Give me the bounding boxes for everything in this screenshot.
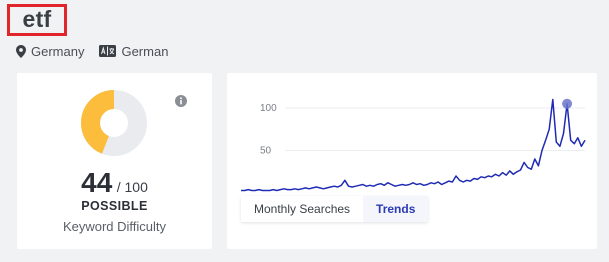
y-tick-label: 100 (260, 103, 277, 114)
keyword-difficulty-card: 44 / 100 POSSIBLE Keyword Difficulty (17, 73, 212, 249)
location-pin-icon (16, 44, 26, 58)
trend-highlight-point[interactable] (562, 98, 573, 109)
tab-monthly-searches[interactable]: Monthly Searches (241, 196, 364, 222)
keyword-overview: etf Germany German 44 / 100 POSSIBLE Key… (0, 0, 609, 262)
trends-tabs: Monthly Searches Trends (241, 196, 429, 222)
trends-card: 100 50 Monthly Searches Trends (227, 73, 597, 249)
translate-icon (99, 45, 117, 57)
y-tick-label: 50 (260, 146, 272, 157)
language-group: German (99, 44, 168, 59)
difficulty-score: 44 / 100 (17, 167, 212, 199)
difficulty-max: / 100 (116, 179, 148, 195)
location-label: Germany (31, 43, 85, 59)
keyword-title: etf (22, 5, 52, 32)
difficulty-caption: Keyword Difficulty (62, 219, 167, 234)
keyword-title-box: etf (7, 4, 67, 36)
trend-series-line (241, 98, 586, 192)
difficulty-donut-chart (81, 90, 147, 156)
difficulty-level: POSSIBLE (81, 199, 148, 213)
trend-line-chart: 100 50 (241, 98, 586, 192)
tab-trends[interactable]: Trends (363, 196, 429, 222)
difficulty-value: 44 (81, 167, 113, 198)
info-icon[interactable] (175, 94, 187, 107)
donut-hole (104, 113, 126, 135)
language-label: German (121, 43, 169, 59)
keyword-meta: Germany German (16, 43, 168, 59)
